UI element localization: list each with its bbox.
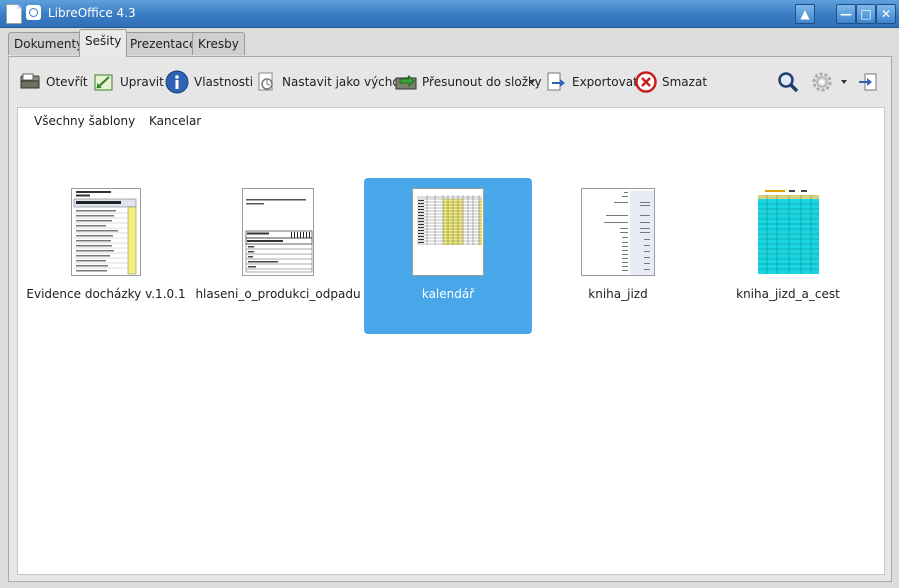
move-to-folder-label: Přesunout do složky	[422, 75, 542, 89]
open-label: Otevřít	[46, 75, 88, 89]
move-folder-icon	[395, 71, 417, 93]
template-tile-kalendar[interactable]: kalendář	[364, 178, 532, 334]
template-thumbnail	[412, 188, 484, 276]
template-thumbnail	[242, 188, 314, 276]
document-icon	[6, 4, 22, 24]
tab-documents[interactable]: Dokumenty	[8, 32, 90, 55]
tab-spreadsheets[interactable]: Sešity	[79, 29, 128, 57]
export-icon	[545, 71, 567, 93]
set-default-icon	[255, 71, 277, 93]
template-manager-panel: Otevřít Upravit Vlastnosti Nastavit jako…	[8, 56, 892, 582]
template-name: Evidence docházky v.1.0.1	[26, 287, 186, 301]
template-name: kniha_jizd_a_cest	[736, 287, 840, 301]
template-tile-hlaseni-o-produkci-odpadu[interactable]: hlaseni_o_produkci_odpadu	[194, 178, 362, 334]
title-bar: LibreOffice 4.3 ▲ — □ ✕	[0, 0, 899, 28]
open-button[interactable]: Otevřít	[19, 69, 88, 95]
properties-label: Vlastnosti	[194, 75, 254, 89]
shade-button[interactable]: ▲	[795, 4, 815, 24]
template-tile-kniha-jizd-a-cest[interactable]: kniha_jizd_a_cest	[704, 178, 872, 334]
import-icon	[857, 71, 879, 93]
template-thumbnail	[757, 188, 819, 274]
template-name: kalendář	[421, 287, 475, 301]
breadcrumb: Všechny šablony Kancelar	[34, 114, 211, 128]
template-name: kniha_jizd	[588, 287, 648, 301]
tab-presentations[interactable]: Prezentace	[124, 32, 203, 55]
settings-dropdown-arrow[interactable]	[841, 80, 847, 84]
delete-icon	[635, 71, 657, 93]
close-button[interactable]: ✕	[876, 4, 896, 24]
template-thumbnail	[71, 188, 141, 276]
open-folder-icon	[19, 71, 41, 93]
libreoffice-icon	[26, 5, 41, 20]
tab-drawings[interactable]: Kresby	[192, 32, 245, 55]
breadcrumb-kancelar[interactable]: Kancelar	[149, 114, 201, 128]
edit-icon	[93, 71, 115, 93]
set-default-label: Nastavit jako výchozí	[282, 75, 410, 89]
template-tile-evidence-dochazky[interactable]: Evidence docházky v.1.0.1	[22, 178, 190, 334]
export-button[interactable]: Exportovat	[545, 69, 638, 95]
template-view[interactable]: Všechny šablony Kancelar Evidence docház…	[17, 107, 885, 575]
edit-button[interactable]: Upravit	[93, 69, 164, 95]
breadcrumb-all-templates[interactable]: Všechny šablony	[34, 114, 135, 128]
delete-label: Smazat	[662, 75, 708, 89]
settings-button[interactable]	[811, 69, 833, 95]
template-thumbnail	[581, 188, 655, 276]
gear-icon	[811, 71, 833, 93]
import-button[interactable]	[857, 69, 879, 95]
delete-button[interactable]: Smazat	[635, 69, 707, 95]
toolbar: Otevřít Upravit Vlastnosti Nastavit jako…	[9, 57, 891, 107]
export-label: Exportovat	[572, 75, 638, 89]
template-name: hlaseni_o_produkci_odpadu	[195, 287, 361, 301]
move-dropdown-arrow[interactable]	[529, 80, 535, 84]
move-to-folder-button[interactable]: Přesunout do složky	[395, 69, 542, 95]
search-button[interactable]	[777, 69, 799, 95]
minimize-button[interactable]: —	[836, 4, 856, 24]
tab-strip: Dokumenty Sešity Prezentace Kresby	[0, 28, 899, 57]
maximize-button[interactable]: □	[856, 4, 876, 24]
edit-label: Upravit	[120, 75, 164, 89]
properties-button[interactable]: Vlastnosti	[165, 69, 253, 95]
window-title: LibreOffice 4.3	[48, 6, 136, 20]
set-default-button[interactable]: Nastavit jako výchozí	[255, 69, 409, 95]
search-icon	[777, 71, 799, 93]
template-tile-kniha-jizd[interactable]: kniha_jizd	[534, 178, 702, 334]
info-icon	[165, 70, 189, 94]
